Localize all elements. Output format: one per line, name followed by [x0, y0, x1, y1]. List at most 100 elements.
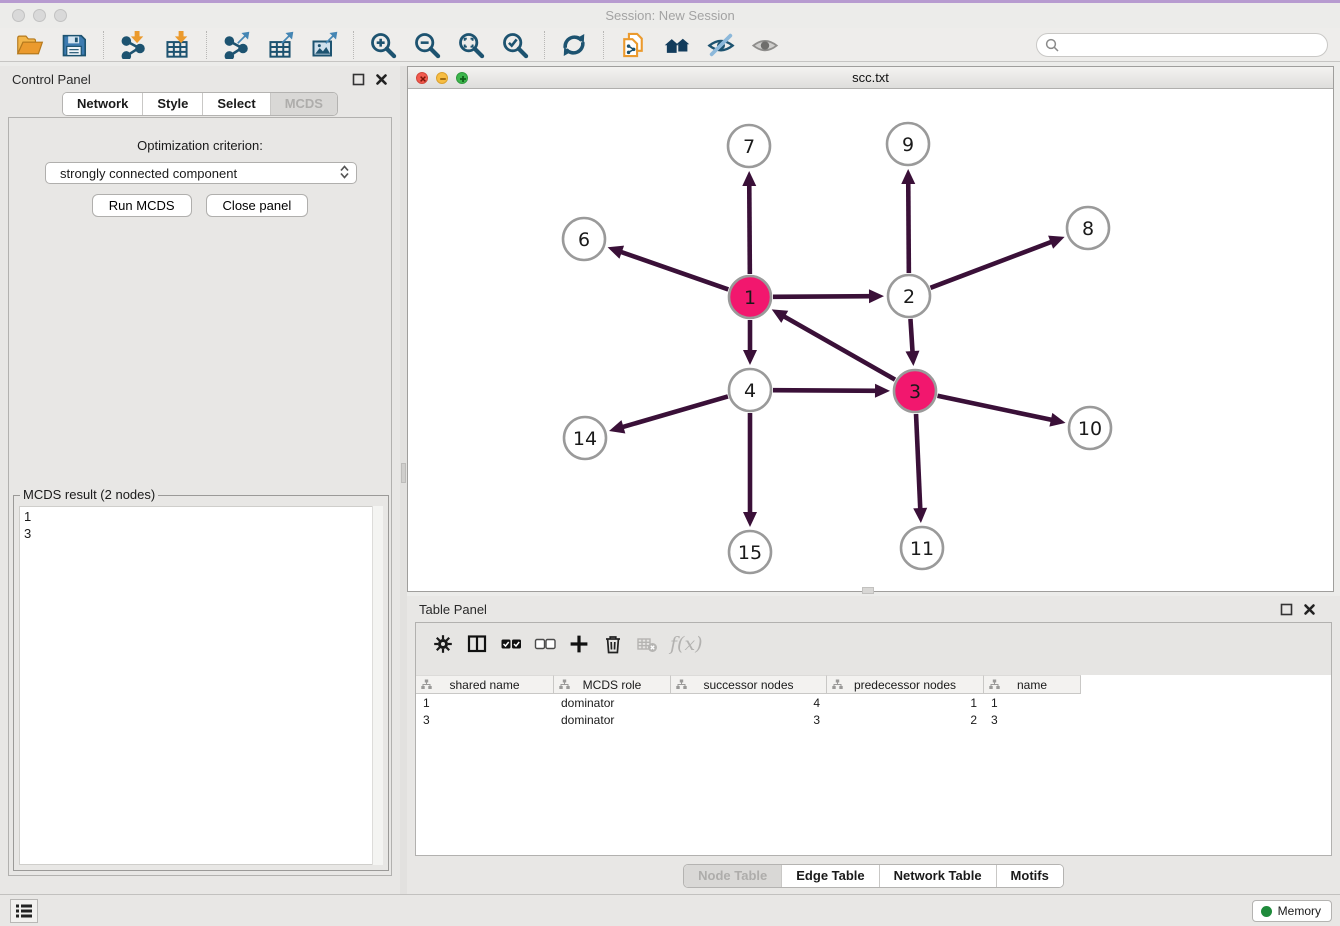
graph-edge-4-14[interactable]	[609, 396, 728, 433]
graph-node-6[interactable]: 6	[563, 218, 605, 260]
control-panel-title: Control Panel	[12, 72, 91, 87]
table-row[interactable]: 1dominator411	[416, 694, 1331, 711]
graph-edge-1-6[interactable]	[608, 246, 729, 290]
svg-text:15: 15	[738, 542, 762, 564]
graph-node-4[interactable]: 4	[729, 369, 771, 411]
node-table: shared nameMCDS rolesuccessor nodesprede…	[416, 675, 1331, 855]
zoom-in-button[interactable]	[366, 30, 400, 60]
graph-node-3[interactable]: 3	[894, 370, 936, 412]
svg-text:1: 1	[744, 287, 756, 309]
cell-successor-nodes[interactable]: 3	[671, 711, 827, 728]
run-mcds-button[interactable]: Run MCDS	[92, 194, 192, 217]
hide-selected-button[interactable]	[704, 30, 738, 60]
cell-MCDS-role[interactable]: dominator	[554, 711, 671, 728]
add-column-button[interactable]	[564, 629, 594, 659]
vertical-splitter[interactable]	[400, 66, 407, 894]
cell-predecessor-nodes[interactable]: 1	[827, 694, 984, 711]
open-file-button[interactable]	[13, 30, 47, 60]
column-header-successor-nodes[interactable]: successor nodes	[671, 675, 827, 694]
float-panel-icon[interactable]	[352, 73, 365, 86]
deselect-all-button[interactable]	[530, 629, 560, 659]
export-network-button[interactable]	[219, 30, 253, 60]
graph-edge-1-7[interactable]	[742, 171, 756, 274]
cell-predecessor-nodes[interactable]: 2	[827, 711, 984, 728]
split-panel-button[interactable]	[462, 629, 492, 659]
tab-node-table[interactable]: Node Table	[684, 865, 781, 887]
graph-edge-4-15[interactable]	[743, 413, 757, 527]
graph-node-7[interactable]: 7	[728, 125, 770, 167]
status-bar: Memory	[0, 894, 1340, 926]
cell-shared-name[interactable]: 3	[416, 711, 554, 728]
graph-canvas[interactable]: 1 2 3 4 6 7 8 9 10 11 14 15	[408, 89, 1333, 591]
save-session-button[interactable]	[57, 30, 91, 60]
graph-edge-3-10[interactable]	[938, 396, 1066, 427]
import-network-button[interactable]	[116, 30, 150, 60]
graph-edge-4-3[interactable]	[773, 384, 890, 398]
export-image-button[interactable]	[307, 30, 341, 60]
node-table-box: f(x) shared nameMCDS rolesuccessor nodes…	[415, 622, 1332, 856]
delete-column-button[interactable]	[598, 629, 628, 659]
svg-text:4: 4	[744, 380, 756, 402]
zoom-fit-button[interactable]	[454, 30, 488, 60]
cell-shared-name[interactable]: 1	[416, 694, 554, 711]
column-header-name[interactable]: name	[984, 675, 1081, 694]
graph-node-2[interactable]: 2	[888, 275, 930, 317]
clone-network-button[interactable]	[616, 30, 650, 60]
zoom-out-button[interactable]	[410, 30, 444, 60]
close-panel-icon[interactable]	[375, 73, 388, 86]
tab-motifs[interactable]: Motifs	[996, 865, 1063, 887]
table-settings-button[interactable]	[428, 629, 458, 659]
graph-node-15[interactable]: 15	[729, 531, 771, 573]
export-table-button[interactable]	[263, 30, 297, 60]
graph-node-8[interactable]: 8	[1067, 207, 1109, 249]
memory-button[interactable]: Memory	[1252, 900, 1332, 922]
tab-network[interactable]: Network	[63, 93, 142, 115]
graph-edge-2-3[interactable]	[905, 319, 919, 366]
select-all-button[interactable]	[496, 629, 526, 659]
column-header-MCDS-role[interactable]: MCDS role	[554, 675, 671, 694]
tab-network-table[interactable]: Network Table	[879, 865, 996, 887]
float-table-panel-icon[interactable]	[1280, 603, 1293, 616]
cell-successor-nodes[interactable]: 4	[671, 694, 827, 711]
toolbar-separator	[206, 31, 207, 59]
show-all-button[interactable]	[748, 30, 782, 60]
graph-edge-1-4[interactable]	[743, 320, 757, 365]
split-panel-icon	[466, 633, 488, 655]
column-header-predecessor-nodes[interactable]: predecessor nodes	[827, 675, 984, 694]
close-table-panel-icon[interactable]	[1303, 603, 1316, 616]
table-row[interactable]: 3dominator323	[416, 711, 1331, 728]
graph-edge-1-2[interactable]	[773, 289, 884, 303]
import-table-button[interactable]	[160, 30, 194, 60]
criterion-value: strongly connected component	[60, 166, 237, 181]
tab-select[interactable]: Select	[202, 93, 269, 115]
horizontal-splitter-handle[interactable]	[862, 587, 874, 594]
cell-MCDS-role[interactable]: dominator	[554, 694, 671, 711]
tab-mcds[interactable]: MCDS	[270, 93, 337, 115]
graph-edge-3-1[interactable]	[772, 309, 895, 379]
column-header-shared-name[interactable]: shared name	[416, 675, 554, 694]
graph-node-1[interactable]: 1	[729, 276, 771, 318]
cell-name[interactable]: 1	[984, 694, 1081, 711]
first-neighbors-icon	[663, 31, 691, 59]
vertical-splitter-handle[interactable]	[401, 463, 406, 483]
criterion-select[interactable]: strongly connected component	[45, 162, 357, 184]
cell-name[interactable]: 3	[984, 711, 1081, 728]
svg-text:10: 10	[1078, 418, 1102, 440]
graph-edge-2-8[interactable]	[931, 236, 1065, 288]
graph-edge-3-11[interactable]	[913, 414, 927, 523]
graph-edge-2-9[interactable]	[901, 169, 915, 273]
tab-style[interactable]: Style	[142, 93, 202, 115]
graph-node-11[interactable]: 11	[901, 527, 943, 569]
tab-edge-table[interactable]: Edge Table	[781, 865, 878, 887]
refresh-button[interactable]	[557, 30, 591, 60]
zoom-selected-button[interactable]	[498, 30, 532, 60]
graph-node-14[interactable]: 14	[564, 417, 606, 459]
graph-node-9[interactable]: 9	[887, 123, 929, 165]
close-panel-button[interactable]: Close panel	[206, 194, 309, 217]
task-history-button[interactable]	[10, 899, 38, 923]
graph-node-10[interactable]: 10	[1069, 407, 1111, 449]
search-input[interactable]	[1063, 38, 1313, 53]
mcds-result-text[interactable]: 1 3	[19, 506, 383, 865]
first-neighbors-button[interactable]	[660, 30, 694, 60]
result-scrollbar[interactable]	[372, 506, 383, 865]
